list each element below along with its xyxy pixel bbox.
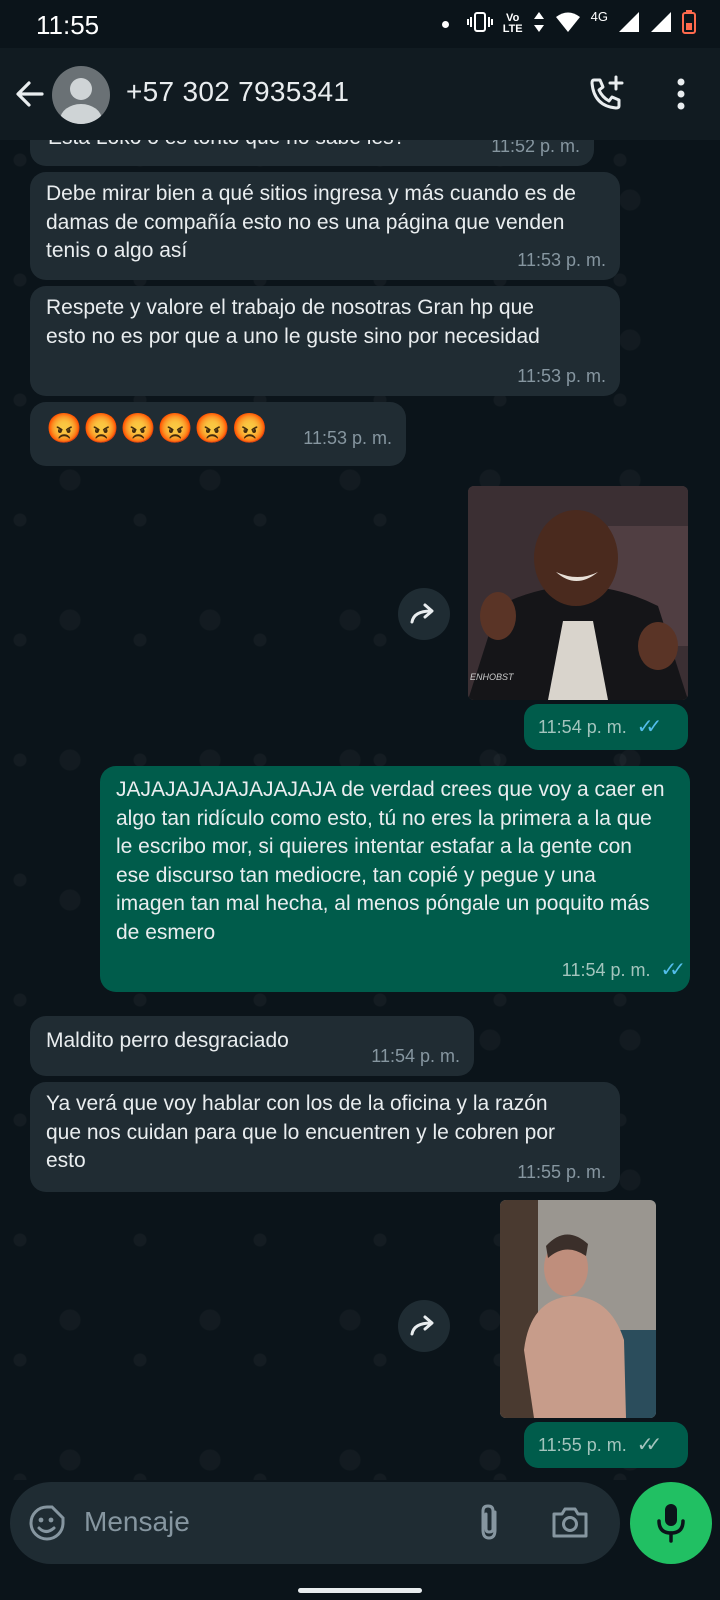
phone-plus-icon xyxy=(590,75,624,110)
home-indicator[interactable] xyxy=(298,1588,422,1593)
read-ticks-icon: ✓✓ xyxy=(636,716,662,738)
message-time: 11:54 p. m. xyxy=(538,717,627,737)
status-bar: 11:55 Vo LTE 4G xyxy=(0,0,720,48)
message-input-bar[interactable]: Mensaje xyxy=(10,1482,620,1564)
message-time: 11:55 p. m. xyxy=(517,1161,606,1182)
signal-2-icon xyxy=(650,11,672,38)
kebab-menu-icon xyxy=(677,78,685,110)
forward-button[interactable] xyxy=(398,1300,450,1352)
image-message-outgoing[interactable]: ENHOBST xyxy=(468,486,688,700)
message-bubble-outgoing[interactable]: JAJAJAJAJAJAJAJAJA de verdad crees que v… xyxy=(100,766,690,992)
photo-laughing-man xyxy=(468,486,688,700)
message-bubble-incoming[interactable]: Respete y valore el trabajo de nosotras … xyxy=(30,286,620,396)
more-options-button[interactable] xyxy=(664,76,698,112)
battery-icon xyxy=(682,9,696,39)
message-text: Debe mirar bien a qué sitios ingresa y m… xyxy=(46,182,576,262)
delivered-ticks-icon: ✓✓ xyxy=(636,1434,662,1456)
message-bubble-incoming[interactable]: Ya verá que voy hablar con los de la ofi… xyxy=(30,1082,620,1192)
voice-record-button[interactable] xyxy=(630,1482,712,1564)
message-time: 11:53 p. m. xyxy=(517,365,606,386)
message-bubble-incoming[interactable]: Debe mirar bien a qué sitios ingresa y m… xyxy=(30,172,620,280)
microphone-icon xyxy=(657,1504,685,1543)
volte-icon: Vo LTE xyxy=(502,12,523,35)
notification-dot-icon xyxy=(441,20,449,28)
message-time: 11:55 p. m. xyxy=(538,1435,627,1455)
attach-button[interactable] xyxy=(474,1502,504,1542)
photo-person-back xyxy=(500,1200,656,1418)
status-icons: Vo LTE 4G xyxy=(441,8,696,40)
emoji-message: 😡😡😡😡😡😡 xyxy=(46,413,269,445)
message-time: 11:54 p. m. xyxy=(371,1045,460,1066)
image-time-pill: 11:54 p. m. ✓✓ xyxy=(524,704,688,750)
message-text: Respete y valore el trabajo de nosotras … xyxy=(46,296,540,348)
message-bubble-incoming[interactable]: Maldito perro desgraciado 11:54 p. m. xyxy=(30,1016,474,1076)
chat-header-overlay: +57 302 7935341 xyxy=(0,48,720,140)
camera-icon xyxy=(552,1507,588,1538)
default-person-icon xyxy=(60,78,102,124)
network-type: 4G xyxy=(590,8,608,24)
image-watermark: ENHOBST xyxy=(470,672,514,682)
wifi-icon xyxy=(555,11,581,38)
read-ticks-icon: ✓✓ xyxy=(660,958,685,981)
message-text: JAJAJAJAJAJAJAJAJA de verdad crees que v… xyxy=(116,778,665,944)
contact-avatar[interactable] xyxy=(52,66,110,124)
message-text: Ya verá que voy hablar con los de la ofi… xyxy=(46,1092,556,1172)
message-bubble-incoming[interactable]: 😡😡😡😡😡😡 11:53 p. m. xyxy=(30,402,406,466)
forward-arrow-icon xyxy=(410,603,434,624)
message-input[interactable]: Mensaje xyxy=(84,1506,190,1538)
message-time: 11:54 p. m. xyxy=(561,959,651,980)
image-message-outgoing[interactable] xyxy=(500,1200,656,1418)
arrow-left-icon xyxy=(16,81,44,107)
emoji-button[interactable] xyxy=(28,1504,66,1542)
sticker-smiley-icon xyxy=(29,1505,65,1541)
contact-name[interactable]: +57 302 7935341 xyxy=(126,76,349,108)
message-time: 11:53 p. m. xyxy=(303,427,392,448)
image-time-pill: 11:55 p. m. ✓✓ xyxy=(524,1422,688,1468)
data-arrows-icon xyxy=(533,11,545,38)
forward-button[interactable] xyxy=(398,588,450,640)
paperclip-icon xyxy=(481,1504,497,1540)
add-call-button[interactable] xyxy=(586,74,626,114)
signal-1-icon xyxy=(618,11,640,38)
message-time: 11:53 p. m. xyxy=(517,249,606,270)
forward-arrow-icon xyxy=(410,1315,434,1336)
message-time-wrap: 11:54 p. m. ✓✓ xyxy=(561,956,686,985)
message-text: Maldito perro desgraciado xyxy=(46,1029,289,1052)
status-time: 11:55 xyxy=(36,10,100,40)
camera-button[interactable] xyxy=(550,1502,590,1542)
vibrate-icon xyxy=(466,11,493,38)
back-button[interactable] xyxy=(12,76,48,112)
